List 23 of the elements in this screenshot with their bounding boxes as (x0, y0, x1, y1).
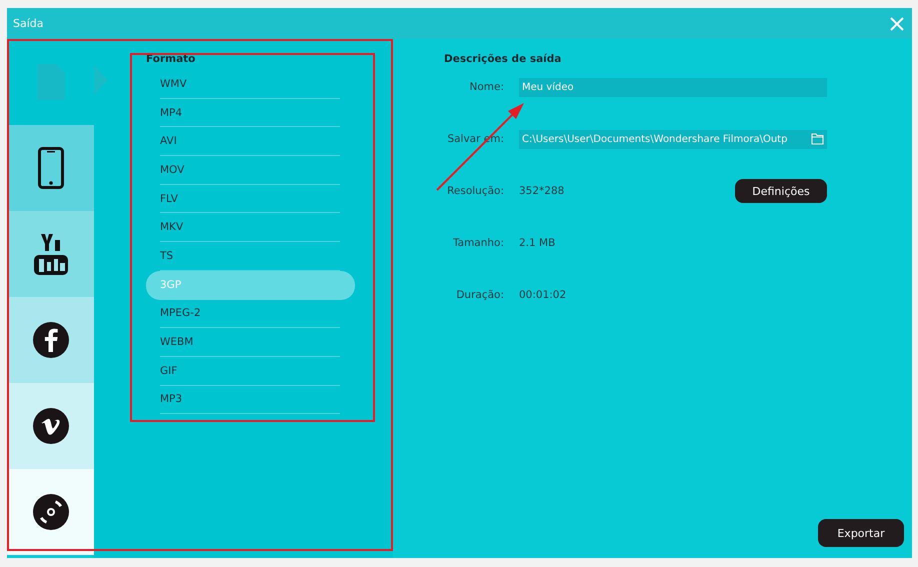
format-item[interactable]: FLV (160, 184, 340, 214)
field-value: 352*288 (519, 185, 566, 197)
format-item[interactable]: TS (160, 242, 340, 271)
format-item[interactable]: MKV (160, 213, 340, 242)
format-item[interactable]: MP3 (160, 386, 340, 414)
export-button[interactable]: Exportar (818, 519, 904, 547)
field-label: Resolução: (446, 185, 504, 197)
format-item[interactable]: MOV (160, 156, 340, 185)
format-item[interactable]: GIF (160, 356, 340, 386)
field-label: Duração: (455, 289, 504, 301)
format-item[interactable]: WEBM (160, 328, 340, 357)
format-item[interactable]: MPEG-2 (160, 300, 340, 328)
output-heading: Descrições de saída (444, 53, 562, 67)
field-label: Nome: (468, 81, 504, 93)
settings-button[interactable]: Definições (735, 179, 827, 203)
format-item[interactable]: MP4 (160, 98, 340, 128)
field-value: 00:01:02 (519, 289, 568, 301)
format-item[interactable]: AVI (160, 127, 340, 156)
field-value: 2.1 MB (519, 237, 556, 249)
format-heading: Formato (146, 53, 196, 67)
field-label: Tamanho: (452, 237, 504, 249)
window-title: Saída (13, 17, 44, 30)
format-item[interactable]: WMV (160, 70, 340, 99)
